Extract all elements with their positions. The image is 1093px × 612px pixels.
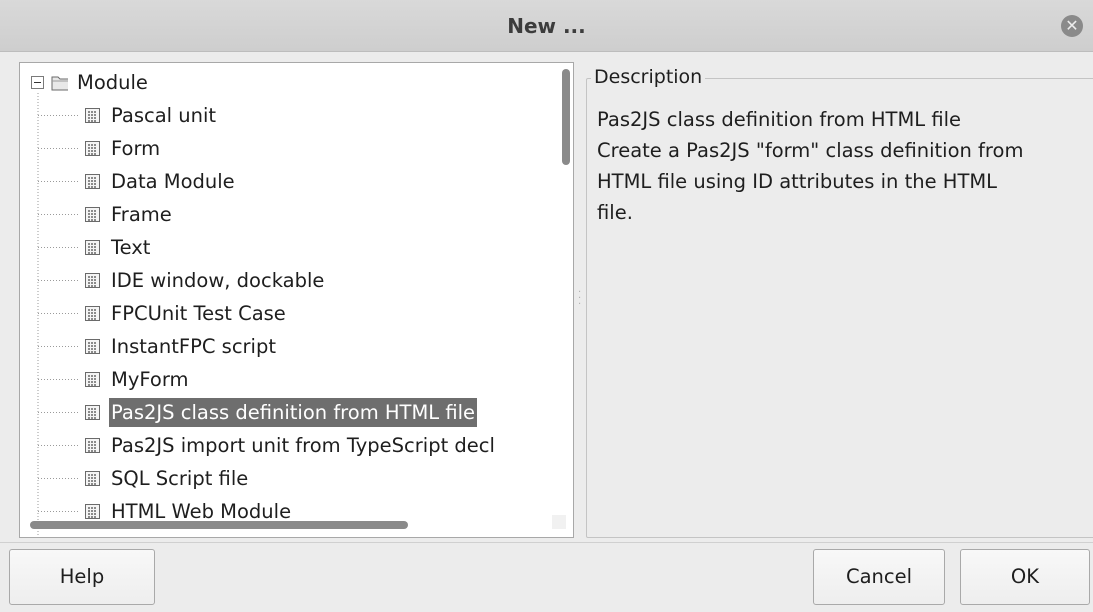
tree-item-label: FPCUnit Test Case [111,302,286,325]
template-tree[interactable]: Module Pascal unit Form Data Module Frame Tex… [19,62,574,538]
tree-item[interactable]: Data Module [20,165,560,198]
tree-item-label: Text [111,236,151,259]
file-icon [85,438,100,453]
new-item-dialog: New ... ✕ Module Pascal unit Form Data Modu… [0,0,1093,612]
description-legend: Description [591,64,706,90]
tree-item[interactable]: Pas2JS class definition from HTML file [20,396,560,429]
file-icon [85,273,100,288]
title-bar[interactable]: New ... ✕ [0,0,1093,52]
dialog-title: New ... [507,14,586,38]
tree-item-label: Pas2JS import unit from TypeScript decl [111,434,495,457]
file-icon [85,339,100,354]
ok-button[interactable]: OK [960,549,1090,605]
tree-item-label: InstantFPC script [111,335,276,358]
description-line: Pas2JS class definition from HTML file [597,108,962,131]
description-line: Create a Pas2JS "form" class definition … [597,139,1024,162]
tree-root-module[interactable]: Module [20,66,560,99]
file-icon [85,108,100,123]
tree-item-label: MyForm [111,368,189,391]
tree-item[interactable]: IDE window, dockable [20,264,560,297]
tree-item-label-selected: Pas2JS class definition from HTML file [109,398,478,427]
description-line: HTML file using ID attributes in the HTM… [597,170,998,193]
vertical-scrollbar[interactable] [562,69,570,165]
description-line: file. [597,201,633,224]
tree-item[interactable]: Pascal unit [20,99,560,132]
file-icon [85,471,100,486]
tree-root-label: Module [77,71,148,94]
tree-item-label: Form [111,137,161,160]
description-text: Pas2JS class definition from HTML file C… [597,104,1087,228]
tree-item[interactable]: Frame [20,198,560,231]
tree-item[interactable]: Form [20,132,560,165]
tree-item-label: Data Module [111,170,235,193]
file-icon [85,372,100,387]
folder-icon [51,76,68,91]
cancel-button[interactable]: Cancel [813,549,945,605]
close-icon[interactable]: ✕ [1061,15,1083,37]
file-icon [85,504,100,519]
tree-item-label: SQL Script file [111,467,249,490]
tree-item-label: Frame [111,203,172,226]
tree-item[interactable]: Pas2JS import unit from TypeScript decl [20,429,560,462]
file-icon [85,207,100,222]
scrollbar-corner [552,515,566,529]
tree-item-label: IDE window, dockable [111,269,325,292]
tree-item[interactable]: MyForm [20,363,560,396]
tree-item-label: Pascal unit [111,104,217,127]
file-icon [85,141,100,156]
file-icon [85,306,100,321]
collapse-toggle[interactable] [31,76,44,89]
file-icon [85,405,100,420]
tree-item[interactable]: InstantFPC script [20,330,560,363]
splitter-handle[interactable]: · · · [578,288,581,310]
file-icon [85,174,100,189]
tree-item[interactable]: SQL Script file [20,462,560,495]
horizontal-scrollbar[interactable] [30,521,408,529]
tree-item[interactable]: FPCUnit Test Case [20,297,560,330]
help-button[interactable]: Help [9,549,155,605]
file-icon [85,240,100,255]
tree-item[interactable]: Text [20,231,560,264]
